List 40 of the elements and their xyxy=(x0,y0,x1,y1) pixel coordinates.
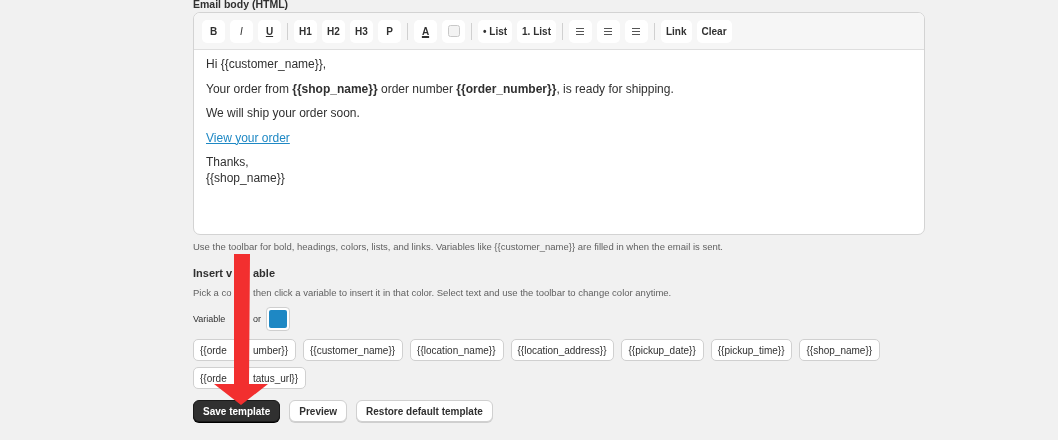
toolbar-button[interactable]: Clear xyxy=(696,19,732,43)
action-button[interactable]: Restore default template xyxy=(356,400,493,422)
align-button[interactable] xyxy=(624,19,648,43)
email-paragraph: We will ship your order soon. xyxy=(206,106,361,122)
variable-chip[interactable]: {{location_name}} xyxy=(410,339,504,361)
toolbar-button[interactable]: P xyxy=(378,19,401,43)
variable-chip[interactable]: {{location_address}} xyxy=(510,339,615,361)
help-text: Use the toolbar for bold, headings, colors, lists, and links. Variables like {{customer_name}} are filled in when the email is sent. xyxy=(193,241,723,252)
save-button[interactable]: Save template xyxy=(193,400,281,422)
text-color-button[interactable]: A xyxy=(414,19,437,43)
toolbar-button[interactable]: 1. List xyxy=(517,19,556,43)
square-icon xyxy=(447,25,460,37)
align-button[interactable] xyxy=(568,19,592,43)
section-title: Insert v able xyxy=(193,267,275,279)
highlight-color-button[interactable] xyxy=(442,19,465,43)
email-paragraph: Your order from {{shop_name}} order number {{order_number}}, is ready for shipping. xyxy=(206,81,675,97)
field-label: Email body (HTML) xyxy=(193,0,289,10)
variable-chip[interactable]: {{customer_name}} xyxy=(303,339,404,361)
color-swatch[interactable] xyxy=(266,307,290,331)
bold-button[interactable]: B xyxy=(202,19,225,43)
email-paragraph: Hi {{customer_name}}, xyxy=(206,57,328,73)
toolbar-button[interactable]: Link xyxy=(660,19,692,43)
email-paragraph: Thanks, {{shop_name}} xyxy=(206,155,286,186)
toolbar-button[interactable]: H2 xyxy=(322,19,345,43)
toolbar-button[interactable]: H3 xyxy=(350,19,373,43)
variable-chip[interactable]: {{pickup_date}} xyxy=(621,339,704,361)
toolbar-button[interactable]: H1 xyxy=(294,19,317,43)
underline-button[interactable]: U xyxy=(258,19,281,43)
toolbar-button[interactable]: • List xyxy=(478,19,513,43)
action-button[interactable]: Preview xyxy=(289,400,348,422)
color-label: Variable or xyxy=(193,314,261,324)
section-description: Pick a co then click a variable to insert it in that color. Select text and use the toolbar to change color anytime. xyxy=(193,287,672,298)
italic-button[interactable]: I xyxy=(230,19,253,43)
variable-chip[interactable]: {{shop_name}} xyxy=(799,339,881,361)
align-icon xyxy=(576,27,585,35)
variable-chip[interactable]: {{pickup_time}} xyxy=(710,339,793,361)
align-button[interactable] xyxy=(596,19,620,43)
order-link[interactable]: View your order xyxy=(206,130,290,145)
align-icon xyxy=(632,27,641,35)
align-icon xyxy=(604,27,613,35)
